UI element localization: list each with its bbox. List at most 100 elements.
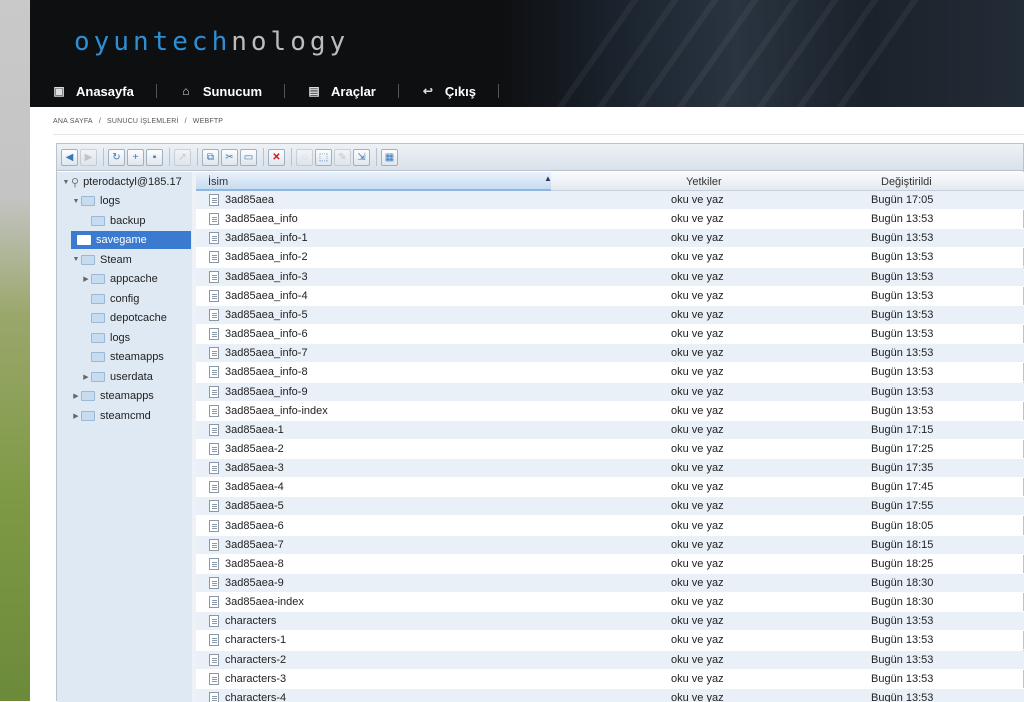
chevron-down-icon[interactable]: ▼ xyxy=(71,198,81,205)
view-grid-icon[interactable]: ▦ xyxy=(381,148,398,166)
server-icon: ⚲ xyxy=(71,176,80,189)
save-icon[interactable]: ▪ xyxy=(146,148,163,166)
tree-folder-savegame[interactable]: savegame xyxy=(71,231,191,249)
column-modified[interactable]: Değiştirildi xyxy=(881,176,932,188)
reload-icon[interactable]: ↻ xyxy=(108,148,125,166)
table-row[interactable]: characters-3 oku ve yaz Bugün 13:53 xyxy=(196,670,1024,689)
chevron-right-icon[interactable]: ▶ xyxy=(81,275,91,283)
chevron-right-icon[interactable]: ▶ xyxy=(81,373,91,381)
table-row[interactable]: 3ad85aea-4 oku ve yaz Bugün 17:45 xyxy=(196,478,1024,498)
table-row[interactable]: 3ad85aea_info-index oku ve yaz Bugün 13:53 xyxy=(196,402,1024,421)
tree-folder-logs[interactable]: logs xyxy=(81,329,130,347)
delete-icon[interactable]: ✕ xyxy=(268,148,285,166)
table-row[interactable]: 3ad85aea-8 oku ve yaz Bugün 18:25 xyxy=(196,555,1024,574)
file-icon xyxy=(209,423,219,436)
file-permissions: oku ve yaz xyxy=(671,615,724,628)
file-name: 3ad85aea_info-2 xyxy=(225,251,308,264)
table-row[interactable]: 3ad85aea-2 oku ve yaz Bugün 17:25 xyxy=(196,440,1024,459)
dashboard-icon: ▣ xyxy=(53,84,65,98)
tree-folder-userdata[interactable]: ▶ userdata xyxy=(81,368,153,386)
tree-folder-logs[interactable]: ▼ logs xyxy=(71,192,121,210)
chevron-right-icon[interactable]: ▶ xyxy=(71,392,81,400)
table-row[interactable]: characters oku ve yaz Bugün 13:53 xyxy=(196,612,1024,632)
site-logo[interactable]: oyuntechnology xyxy=(74,27,349,57)
file-grid: İsim ▲ Yetkiler Değiştirildi 3ad85aea oku… xyxy=(196,172,1024,702)
folder-icon xyxy=(91,293,105,304)
tree-folder-steam[interactable]: ▼ Steam xyxy=(71,251,132,269)
column-permissions[interactable]: Yetkiler xyxy=(686,176,722,188)
file-icon xyxy=(209,270,219,283)
table-row[interactable]: 3ad85aea oku ve yaz Bugün 17:05 xyxy=(196,191,1024,210)
select-icon[interactable]: ⬚ xyxy=(315,148,332,166)
table-row[interactable]: 3ad85aea-7 oku ve yaz Bugün 18:15 xyxy=(196,535,1024,555)
table-row[interactable]: 3ad85aea-1 oku ve yaz Bugün 17:15 xyxy=(196,420,1024,440)
nav-tools[interactable]: ▤ Araçlar xyxy=(285,84,398,99)
back-icon[interactable]: ◀ xyxy=(61,148,78,166)
copy-icon[interactable]: ⧉ xyxy=(202,148,219,166)
file-permissions: oku ve yaz xyxy=(671,194,724,206)
tree-folder-steamapps[interactable]: steamapps xyxy=(81,348,164,366)
tree-folder-config[interactable]: config xyxy=(81,290,139,308)
chevron-down-icon[interactable]: ▼ xyxy=(61,179,71,186)
chevron-right-icon[interactable]: ▶ xyxy=(71,412,81,420)
table-row[interactable]: 3ad85aea_info-6 oku ve yaz Bugün 13:53 xyxy=(196,325,1024,345)
file-permissions: oku ve yaz xyxy=(671,423,724,436)
tree-folder-depotcache[interactable]: depotcache xyxy=(81,309,167,327)
breadcrumb-home[interactable]: ANA SAYFA xyxy=(53,118,93,125)
table-row[interactable]: 3ad85aea-index oku ve yaz Bugün 18:30 xyxy=(196,593,1024,613)
new-file-icon[interactable]: + xyxy=(127,148,144,166)
file-icon xyxy=(209,289,219,302)
logout-icon: ↩ xyxy=(422,84,433,98)
file-permissions: oku ve yaz xyxy=(671,577,724,589)
edit-icon[interactable]: ✎ xyxy=(334,148,351,166)
tree-folder-steamcmd[interactable]: ▶ steamcmd xyxy=(71,407,150,425)
table-row[interactable]: 3ad85aea-9 oku ve yaz Bugün 18:30 xyxy=(196,574,1024,593)
duplicate-icon[interactable]: ◌ xyxy=(296,148,313,166)
paste-icon[interactable]: ▭ xyxy=(240,148,257,166)
open-icon[interactable]: ↗ xyxy=(174,148,191,166)
table-row[interactable]: characters-4 oku ve yaz Bugün 13:53 xyxy=(196,688,1024,702)
chevron-down-icon[interactable]: ▼ xyxy=(71,256,81,263)
table-row[interactable]: 3ad85aea-3 oku ve yaz Bugün 17:35 xyxy=(196,459,1024,479)
file-name: characters-2 xyxy=(225,653,287,666)
table-row[interactable]: 3ad85aea_info-5 oku ve yaz Bugün 13:53 xyxy=(196,305,1024,325)
tree-folder-steamapps[interactable]: ▶ steamapps xyxy=(71,387,154,405)
tree-folder-backup[interactable]: backup xyxy=(81,212,145,230)
column-name[interactable]: İsim xyxy=(208,176,228,188)
tree-folder-appcache[interactable]: ▶ appcache xyxy=(81,270,157,288)
breadcrumb: ANA SAYFA / SUNUCU İŞLEMLERİ / WEBFTP xyxy=(53,118,224,125)
cut-icon[interactable]: ✂ xyxy=(221,148,238,166)
table-row[interactable]: 3ad85aea_info-4 oku ve yaz Bugün 13:53 xyxy=(196,287,1024,306)
extract-icon[interactable]: ⇲ xyxy=(353,148,370,166)
folder-icon xyxy=(91,371,105,382)
forward-icon[interactable]: ▶ xyxy=(80,148,97,166)
table-row[interactable]: 3ad85aea-5 oku ve yaz Bugün 17:55 xyxy=(196,497,1024,517)
file-permissions: oku ve yaz xyxy=(671,270,724,283)
file-name: 3ad85aea_info-4 xyxy=(225,289,308,302)
tree-root[interactable]: ▼ ⚲ pterodactyl@185.17 xyxy=(61,173,182,191)
table-row[interactable]: 3ad85aea_info oku ve yaz Bugün 13:53 xyxy=(196,210,1024,230)
nav-home[interactable]: ▣ Anasayfa xyxy=(30,84,156,99)
nav-logout[interactable]: ↩ Çıkış xyxy=(399,84,498,99)
table-row[interactable]: 3ad85aea_info-2 oku ve yaz Bugün 13:53 xyxy=(196,248,1024,268)
table-row[interactable]: 3ad85aea_info-9 oku ve yaz Bugün 13:53 xyxy=(196,382,1024,402)
table-row[interactable]: 3ad85aea_info-8 oku ve yaz Bugün 13:53 xyxy=(196,363,1024,383)
file-modified: Bugün 13:53 xyxy=(871,270,934,283)
breadcrumb-server[interactable]: SUNUCU İŞLEMLERİ xyxy=(107,118,179,125)
table-row[interactable]: 3ad85aea_info-3 oku ve yaz Bugün 13:53 xyxy=(196,267,1024,287)
file-modified: Bugün 17:15 xyxy=(871,423,934,436)
file-permissions: oku ve yaz xyxy=(671,481,724,494)
file-name: characters xyxy=(225,615,277,628)
file-icon xyxy=(209,232,219,245)
file-name: 3ad85aea_info-5 xyxy=(225,308,308,321)
table-row[interactable]: 3ad85aea_info-1 oku ve yaz Bugün 13:53 xyxy=(196,229,1024,249)
file-modified: Bugün 13:53 xyxy=(871,691,934,702)
table-row[interactable]: characters-1 oku ve yaz Bugün 13:53 xyxy=(196,631,1024,651)
table-row[interactable]: characters-2 oku ve yaz Bugün 13:53 xyxy=(196,650,1024,670)
table-row[interactable]: 3ad85aea-6 oku ve yaz Bugün 18:05 xyxy=(196,517,1024,536)
table-row[interactable]: 3ad85aea_info-7 oku ve yaz Bugün 13:53 xyxy=(196,344,1024,364)
file-modified: Bugün 17:25 xyxy=(871,442,934,455)
nav-server[interactable]: ⌂ Sunucum xyxy=(157,84,284,99)
file-modified: Bugün 17:35 xyxy=(871,462,934,475)
file-name: 3ad85aea_info-9 xyxy=(225,385,308,398)
